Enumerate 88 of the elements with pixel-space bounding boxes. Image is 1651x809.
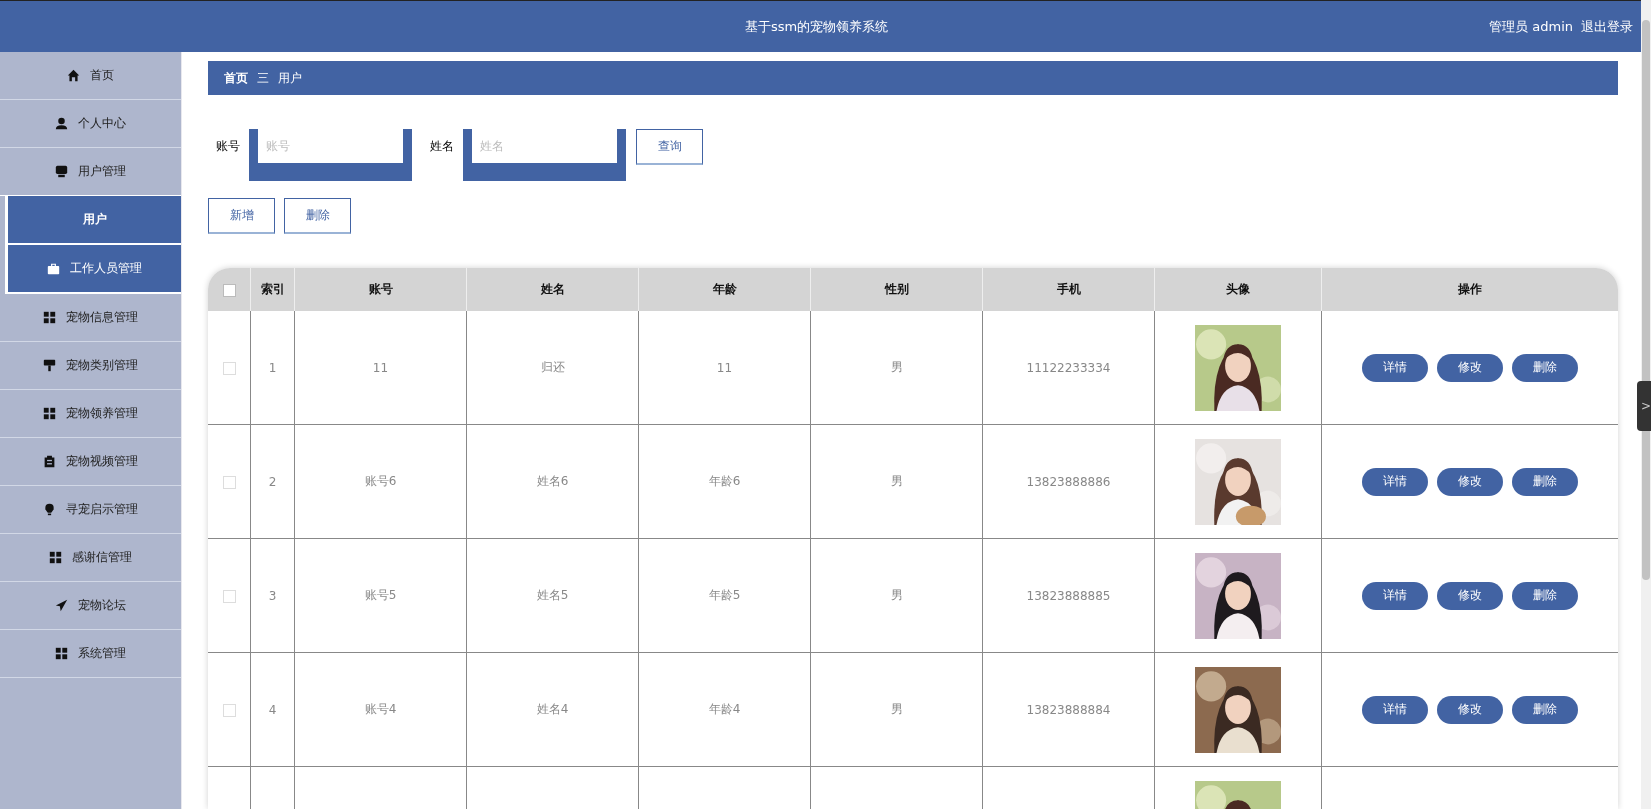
breadcrumb-separator: 三	[257, 69, 269, 87]
user-label: 管理员 admin	[1489, 17, 1573, 36]
menu-item[interactable]: 个人中心	[0, 100, 181, 148]
grid-icon	[55, 647, 68, 660]
column-header: 手机	[982, 268, 1155, 311]
breadcrumb-link[interactable]: 首页	[224, 69, 248, 87]
grid-icon	[49, 551, 62, 564]
clipboard-icon	[43, 455, 56, 468]
delete-button[interactable]: 删除	[284, 198, 351, 234]
delete-button[interactable]: 删除	[1512, 467, 1578, 496]
menu-item[interactable]: 寻宠启示管理	[0, 486, 181, 534]
edit-button[interactable]: 修改	[1437, 467, 1503, 496]
table-cell: 4	[268, 702, 277, 717]
table-cell: 姓名5	[536, 588, 569, 602]
table-cell: 账号5	[364, 588, 397, 602]
side-toggle-tab[interactable]: >	[1637, 381, 1651, 431]
details-button[interactable]: 详情	[1362, 695, 1428, 724]
checkbox[interactable]	[222, 703, 236, 717]
table-cell: 男	[890, 474, 903, 488]
column-header: 头像	[1154, 268, 1322, 311]
details-button[interactable]: 详情	[1362, 353, 1428, 382]
table-cell: 年龄6	[708, 474, 741, 488]
menu-item[interactable]: 感谢信管理	[0, 534, 181, 582]
table-cell: 姓名6	[536, 474, 569, 488]
checkbox[interactable]	[222, 361, 236, 375]
column-header: 性别	[810, 268, 983, 311]
table-cell: 男	[890, 588, 903, 602]
table-cell: 11	[372, 360, 389, 375]
home-icon	[67, 69, 80, 82]
table-cell: 年龄4	[708, 702, 741, 716]
submenu-item[interactable]: 用户	[5, 196, 181, 245]
search-field[interactable]: 账号	[249, 129, 412, 181]
pushpin-icon	[43, 359, 56, 372]
column-header: 姓名	[466, 268, 639, 311]
table-cell: 11	[716, 360, 733, 375]
delete-button[interactable]: 删除	[1512, 581, 1578, 610]
checkbox[interactable]	[222, 589, 236, 603]
table-cell: 2	[268, 474, 277, 489]
column-header: 年龄	[638, 268, 811, 311]
add-button[interactable]: 新增	[208, 198, 275, 234]
field-label: 姓名	[430, 138, 454, 155]
table-cell: 姓名4	[536, 702, 569, 716]
checkbox[interactable]	[222, 283, 236, 297]
column-header: 操作	[1321, 268, 1618, 311]
table-cell: 男	[890, 360, 903, 374]
logout-link[interactable]: 退出登录	[1581, 17, 1633, 36]
user-icon	[55, 117, 68, 130]
delete-button[interactable]: 删除	[1512, 353, 1578, 382]
table-cell: 账号4	[364, 702, 397, 716]
table-cell: 男	[890, 702, 903, 716]
menu-item[interactable]: 宠物视频管理	[0, 438, 181, 486]
checkbox[interactable]	[222, 475, 236, 489]
column-header: 索引	[250, 268, 295, 311]
grid-icon	[43, 311, 56, 324]
table-cell: 11122233334	[1026, 360, 1111, 375]
table-cell: 13823888884	[1026, 702, 1111, 717]
field-label: 账号	[216, 138, 240, 155]
edit-button[interactable]: 修改	[1437, 353, 1503, 382]
paper-plane-icon	[55, 599, 68, 612]
app-title: 基于ssm的宠物领养系统	[744, 17, 889, 36]
briefcase-icon	[47, 262, 60, 275]
scrollbar[interactable]	[1641, 0, 1651, 809]
menu-item[interactable]: 首页	[0, 52, 181, 100]
edit-button[interactable]: 修改	[1437, 581, 1503, 610]
search-button[interactable]: 查询	[636, 129, 703, 165]
menu-item[interactable]: 宠物论坛	[0, 582, 181, 630]
edit-button[interactable]: 修改	[1437, 695, 1503, 724]
menu-item[interactable]: 宠物领养管理	[0, 390, 181, 438]
menu-item[interactable]: 宠物类别管理	[0, 342, 181, 390]
column-header: 账号	[294, 268, 467, 311]
details-button[interactable]: 详情	[1362, 581, 1428, 610]
table-cell: 归还	[540, 360, 565, 374]
bulb-icon	[43, 503, 56, 516]
search-field[interactable]: 姓名	[463, 129, 626, 181]
table-cell: 年龄5	[708, 588, 741, 602]
menu-item[interactable]: 系统管理	[0, 630, 181, 678]
table-cell: 1	[268, 360, 277, 375]
menu-item[interactable]: 工作人员管理	[5, 245, 181, 294]
table-cell: 13823888885	[1026, 588, 1111, 603]
delete-button[interactable]: 删除	[1512, 695, 1578, 724]
table-cell: 13823888886	[1026, 474, 1111, 489]
menu-item[interactable]: 宠物信息管理	[0, 294, 181, 342]
table-cell: 3	[268, 588, 277, 603]
table-cell: 账号6	[364, 474, 397, 488]
breadcrumb-current: 用户	[278, 69, 302, 87]
grid-icon	[43, 407, 56, 420]
details-button[interactable]: 详情	[1362, 467, 1428, 496]
monitor-icon	[55, 165, 68, 178]
